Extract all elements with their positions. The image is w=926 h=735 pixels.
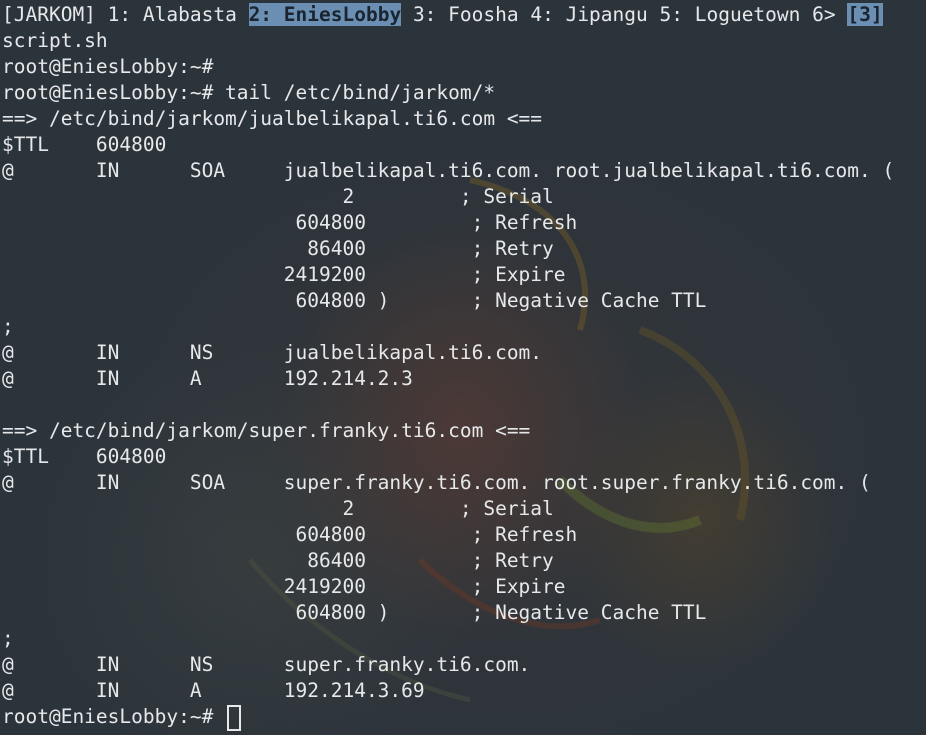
tab-alabasta[interactable]: 1: Alabasta: [108, 3, 237, 26]
terminal-line: ;: [2, 315, 14, 338]
prompt-line[interactable]: root@EniesLobby:~#: [2, 704, 894, 731]
tab-more[interactable]: 6>: [812, 3, 835, 26]
terminal-line: @ IN NS super.franky.ti6.com.: [2, 653, 531, 676]
terminal-line: ==> /etc/bind/jarkom/jualbelikapal.ti6.c…: [2, 107, 543, 130]
terminal-line: 604800 ) ; Negative Cache TTL: [2, 289, 707, 312]
tab-loguetown[interactable]: 5: Loguetown: [660, 3, 801, 26]
terminal-line: root@EniesLobby:~#: [2, 55, 214, 78]
tab-jipangu[interactable]: 4: Jipangu: [530, 3, 647, 26]
shell-prompt: root@EniesLobby:~#: [2, 705, 226, 728]
terminal-line: 604800 ; Refresh: [2, 211, 578, 234]
terminal-window[interactable]: [JARKOM] 1: Alabasta 2: EniesLobby 3: Fo…: [2, 2, 895, 731]
terminal-line: $TTL 604800: [2, 133, 167, 156]
session-name: [JARKOM]: [2, 3, 96, 26]
terminal-line: 2 ; Serial: [2, 497, 554, 520]
terminal-line: @ IN SOA jualbelikapal.ti6.com. root.jua…: [2, 159, 895, 182]
terminal-line: 604800 ) ; Negative Cache TTL: [2, 601, 707, 624]
terminal-line: root@EniesLobby:~# tail /etc/bind/jarkom…: [2, 81, 496, 104]
terminal-line: ;: [2, 627, 14, 650]
text-cursor[interactable]: [227, 704, 242, 731]
terminal-line: @ IN A 192.214.2.3: [2, 367, 413, 390]
terminal-line: @ IN A 192.214.3.69: [2, 679, 425, 702]
terminal-line: 86400 ; Retry: [2, 549, 554, 572]
terminal-line: $TTL 604800: [2, 445, 167, 468]
terminal-line: @ IN NS jualbelikapal.ti6.com.: [2, 341, 543, 364]
tab-enieslobby[interactable]: 2: EniesLobby: [248, 3, 402, 26]
terminal-line: 604800 ; Refresh: [2, 523, 578, 546]
terminal-line: script.sh: [2, 29, 108, 52]
tab-foosha[interactable]: 3: Foosha: [413, 3, 519, 26]
terminal-line: 2 ; Serial: [2, 185, 554, 208]
tmux-status-bar: [JARKOM] 1: Alabasta 2: EniesLobby 3: Fo…: [2, 2, 894, 28]
terminal-line: 86400 ; Retry: [2, 237, 554, 260]
terminal-line: ==> /etc/bind/jarkom/super.franky.ti6.co…: [2, 419, 531, 442]
window-count-badge: [3]: [847, 3, 883, 26]
terminal-line: 2419200 ; Expire: [2, 263, 566, 286]
terminal-line: @ IN SOA super.franky.ti6.com. root.supe…: [2, 471, 871, 494]
terminal-line: 2419200 ; Expire: [2, 575, 566, 598]
